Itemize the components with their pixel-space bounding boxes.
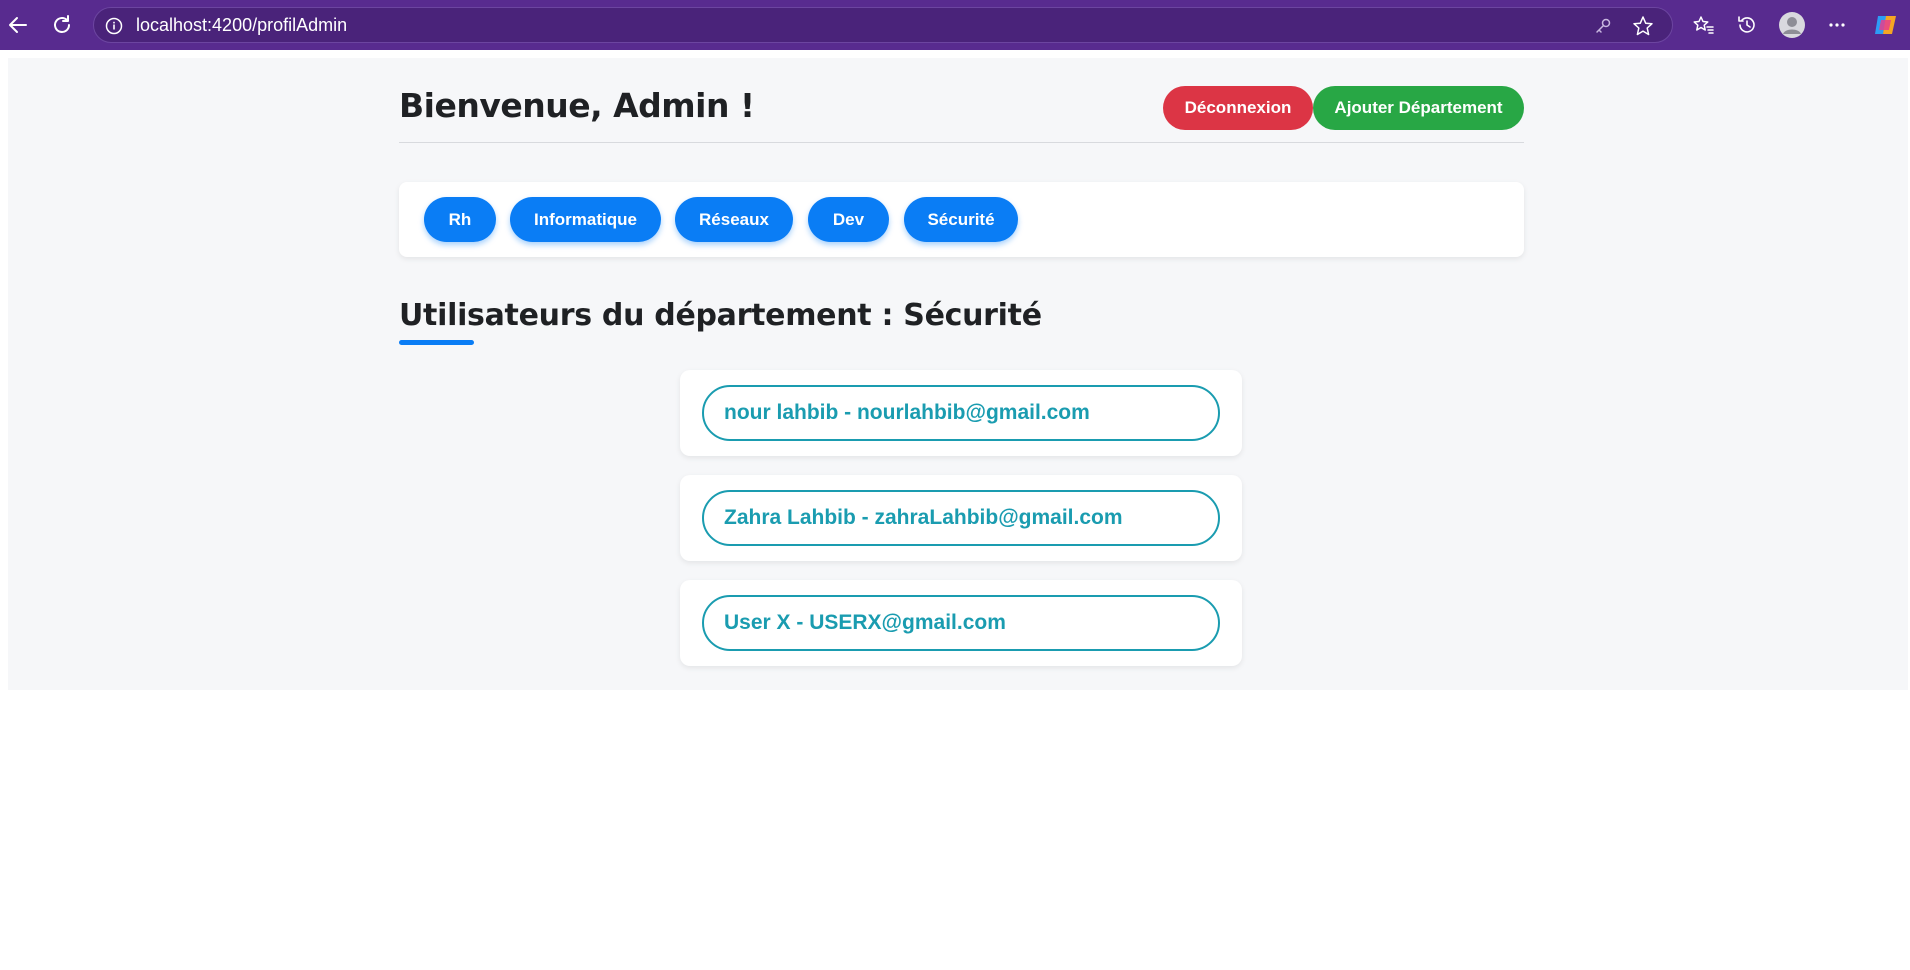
logout-button[interactable]: Déconnexion	[1163, 86, 1313, 130]
key-icon[interactable]	[1591, 14, 1615, 38]
title-underline	[399, 340, 474, 345]
user-card: Zahra Lahbib - zahraLahbib@gmail.com	[680, 475, 1242, 561]
copilot-icon[interactable]	[1868, 7, 1904, 43]
department-list: Rh Informatique Réseaux Dev Sécurité	[399, 182, 1524, 257]
department-button-rh[interactable]: Rh	[424, 197, 496, 242]
users-section-title: Utilisateurs du département : Sécurité	[399, 298, 1042, 333]
back-icon[interactable]	[0, 7, 36, 43]
add-department-button[interactable]: Ajouter Département	[1313, 86, 1524, 130]
favorite-star-icon[interactable]	[1631, 14, 1655, 38]
site-info-icon[interactable]	[104, 16, 124, 36]
profile-avatar-icon[interactable]	[1774, 7, 1810, 43]
url-text[interactable]: localhost:4200/profilAdmin	[136, 8, 347, 42]
admin-page: Bienvenue, Admin ! Déconnexion Ajouter D…	[8, 58, 1908, 690]
favorites-icon[interactable]	[1685, 7, 1721, 43]
department-button-informatique[interactable]: Informatique	[510, 197, 661, 242]
user-card: User X - USERX@gmail.com	[680, 580, 1242, 666]
address-bar[interactable]: localhost:4200/profilAdmin	[93, 7, 1673, 43]
department-button-reseaux[interactable]: Réseaux	[675, 197, 793, 242]
user-card: nour lahbib - nourlahbib@gmail.com	[680, 370, 1242, 456]
page-title: Bienvenue, Admin !	[399, 86, 755, 125]
user-item[interactable]: Zahra Lahbib - zahraLahbib@gmail.com	[702, 490, 1220, 546]
department-button-securite[interactable]: Sécurité	[904, 197, 1018, 242]
page-header: Bienvenue, Admin ! Déconnexion Ajouter D…	[399, 58, 1524, 143]
reload-icon[interactable]	[44, 7, 80, 43]
department-button-dev[interactable]: Dev	[808, 197, 889, 242]
user-item[interactable]: nour lahbib - nourlahbib@gmail.com	[702, 385, 1220, 441]
more-options-icon[interactable]	[1819, 7, 1855, 43]
user-item[interactable]: User X - USERX@gmail.com	[702, 595, 1220, 651]
browser-toolbar: localhost:4200/profilAdmin	[0, 0, 1910, 50]
main-container: Bienvenue, Admin ! Déconnexion Ajouter D…	[391, 58, 1524, 690]
history-icon[interactable]	[1729, 7, 1765, 43]
page-viewport: Bienvenue, Admin ! Déconnexion Ajouter D…	[0, 50, 1910, 970]
